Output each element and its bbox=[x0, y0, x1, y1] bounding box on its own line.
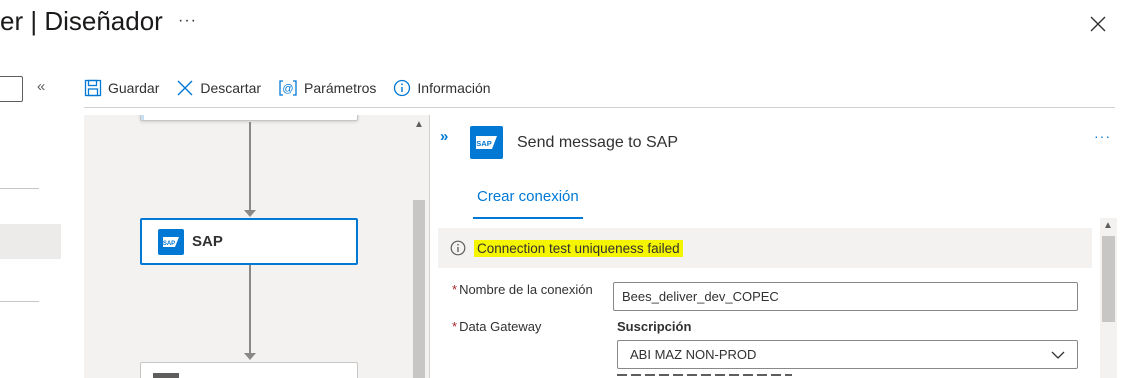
left-divider bbox=[0, 301, 39, 302]
scroll-up-icon[interactable]: ▲ bbox=[414, 119, 424, 130]
clipped-field-label bbox=[617, 372, 797, 378]
info-icon bbox=[394, 79, 411, 97]
parameters-label: Parámetros bbox=[304, 80, 377, 96]
data-gateway-label: * Data Gateway bbox=[452, 319, 541, 334]
sap-logo-text: SAP bbox=[163, 241, 175, 247]
toolbar-divider bbox=[84, 107, 1115, 108]
connection-error-alert: Connection test uniqueness failed bbox=[438, 228, 1092, 268]
save-button[interactable]: Guardar bbox=[84, 79, 159, 97]
save-icon bbox=[84, 79, 102, 97]
scrollbar-thumb[interactable] bbox=[413, 200, 425, 378]
scrollbar-thumb[interactable] bbox=[1102, 236, 1115, 322]
panel-scrollbar[interactable]: ▲ bbox=[1100, 218, 1117, 378]
scroll-up-icon[interactable]: ▲ bbox=[1103, 220, 1113, 231]
close-icon[interactable] bbox=[1088, 14, 1108, 34]
expand-panel-icon[interactable]: » bbox=[440, 128, 448, 145]
discard-label: Descartar bbox=[200, 80, 262, 96]
info-label: Información bbox=[417, 80, 491, 96]
sap-step-card[interactable]: SAP SAP bbox=[140, 218, 358, 265]
subscription-value: ABI MAZ NON-PROD bbox=[630, 347, 757, 362]
more-options-icon[interactable]: ··· bbox=[1094, 128, 1111, 144]
page-title: er | Diseñador bbox=[0, 6, 163, 36]
connector-line bbox=[249, 265, 251, 353]
info-button[interactable]: Información bbox=[393, 79, 491, 97]
sap-logo-text: SAP bbox=[476, 139, 491, 148]
subscription-dropdown[interactable]: ABI MAZ NON-PROD bbox=[617, 340, 1078, 369]
sap-card-label: SAP bbox=[192, 233, 223, 250]
connection-name-label: * Nombre de la conexión bbox=[452, 282, 593, 297]
left-nav-selected-item[interactable] bbox=[0, 224, 61, 259]
sap-logo-icon: SAP bbox=[158, 228, 184, 255]
discard-icon bbox=[177, 80, 193, 96]
info-icon bbox=[450, 240, 466, 256]
left-search-input[interactable] bbox=[0, 76, 23, 102]
sap-logo-icon: SAP bbox=[470, 126, 503, 159]
connector-arrow bbox=[244, 353, 256, 360]
data-gateway-label-text: Data Gateway bbox=[459, 319, 542, 334]
parameters-icon: @ bbox=[279, 80, 297, 96]
parameters-button[interactable]: @ Parámetros bbox=[278, 79, 376, 97]
chevron-down-icon bbox=[1051, 351, 1065, 359]
connection-name-field[interactable]: Bees_deliver_dev_COPEC bbox=[613, 282, 1078, 311]
svg-text:@: @ bbox=[282, 83, 293, 95]
subscription-label: Suscripción bbox=[617, 319, 692, 334]
required-mark: * bbox=[452, 319, 458, 334]
tab-create-connection[interactable]: Crear conexión bbox=[473, 188, 583, 219]
designer-toolbar: Guardar Descartar @ Parámetros Informaci… bbox=[84, 74, 508, 102]
save-label: Guardar bbox=[108, 80, 160, 96]
discard-button[interactable]: Descartar bbox=[176, 79, 261, 97]
more-options-icon[interactable]: ··· bbox=[178, 12, 197, 30]
required-mark: * bbox=[452, 282, 458, 297]
designer-canvas[interactable]: SAP SAP ▲ bbox=[84, 115, 429, 378]
step-icon bbox=[153, 373, 179, 378]
canvas-scrollbar[interactable]: ▲ bbox=[411, 115, 429, 378]
alert-message: Connection test uniqueness failed bbox=[474, 239, 683, 257]
left-divider bbox=[0, 188, 39, 189]
connection-name-value: Bees_deliver_dev_COPEC bbox=[622, 289, 779, 304]
panel-title: Send message to SAP bbox=[517, 134, 678, 151]
connector-arrow bbox=[244, 210, 256, 217]
previous-step-card[interactable] bbox=[140, 115, 358, 121]
next-step-card[interactable] bbox=[140, 362, 358, 378]
collapse-icon[interactable]: « bbox=[37, 78, 45, 95]
connection-name-label-text: Nombre de la conexión bbox=[459, 282, 593, 297]
panel-divider bbox=[429, 115, 430, 378]
connector-line bbox=[249, 122, 251, 210]
